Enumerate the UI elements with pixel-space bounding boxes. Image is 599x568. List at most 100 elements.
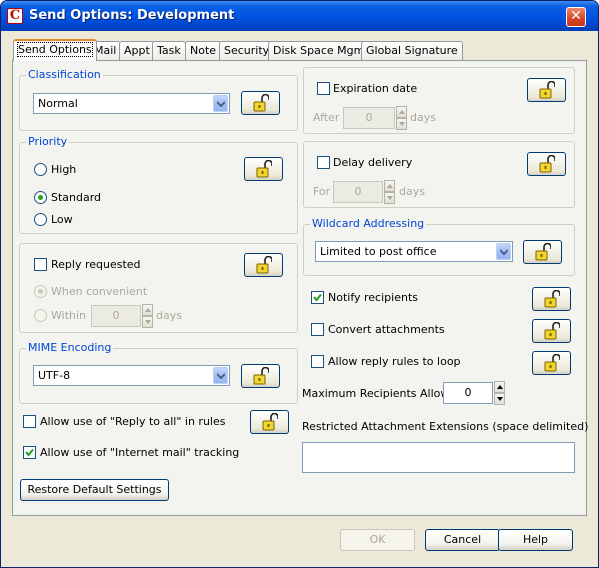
within-days-unit: days (156, 309, 182, 322)
ok-button[interactable]: OK (340, 529, 415, 551)
chevron-down-icon[interactable] (496, 243, 511, 260)
convert-lock-button[interactable] (532, 319, 571, 343)
reply-rules-loop-label: Allow reply rules to loop (328, 355, 461, 368)
allow-reply-to-all-checkbox[interactable] (23, 415, 36, 428)
spin-up-icon[interactable] (494, 381, 505, 393)
allow-internet-tracking-checkbox[interactable] (23, 446, 36, 459)
cancel-button[interactable]: Cancel (425, 529, 500, 551)
delay-days-stepper[interactable] (384, 180, 395, 204)
priority-standard-label: Standard (51, 191, 102, 204)
wildcard-legend: Wildcard Addressing (310, 217, 427, 231)
spin-down-icon[interactable] (142, 316, 153, 328)
within-days-stepper[interactable] (142, 304, 153, 328)
mime-lock-button[interactable] (241, 364, 280, 388)
within-days-input[interactable]: 0 (91, 305, 141, 327)
unlocked-padlock-icon (262, 413, 278, 431)
tab-task[interactable]: Task (152, 41, 186, 60)
mime-encoding-select[interactable]: UTF-8 (33, 365, 230, 386)
reply-to-all-lock-button[interactable] (250, 410, 289, 434)
priority-low-label: Low (51, 213, 73, 226)
spin-up-icon[interactable] (396, 106, 407, 118)
unlocked-padlock-icon (256, 256, 272, 274)
classification-select[interactable]: Normal (33, 93, 230, 114)
tab-send-options[interactable]: Send Options (13, 39, 97, 61)
notify-recipients-checkbox[interactable] (311, 291, 324, 304)
tab-disk-space-mgmt[interactable]: Disk Space Mgmt (268, 41, 374, 60)
priority-lock-button[interactable] (244, 157, 283, 181)
mime-encoding-value: UTF-8 (38, 369, 71, 382)
checkmark-icon (25, 448, 34, 457)
close-icon: ✕ (570, 8, 582, 24)
unlocked-padlock-icon (539, 81, 555, 99)
delay-lock-button[interactable] (527, 152, 566, 176)
wildcard-addressing-select[interactable]: Limited to post office (315, 241, 513, 262)
notify-lock-button[interactable] (532, 287, 571, 311)
unlocked-padlock-icon (544, 354, 560, 372)
priority-high-label: High (51, 163, 77, 176)
wildcard-addressing-value: Limited to post office (320, 245, 437, 258)
restricted-ext-label: Restricted Attachment Extensions (space … (302, 420, 589, 433)
dialog-window: C Send Options: Development ✕ Send Optio… (0, 0, 599, 568)
app-icon: C (7, 8, 23, 24)
wildcard-lock-button[interactable] (523, 240, 562, 264)
unlocked-padlock-icon (539, 155, 555, 173)
expiration-days-stepper[interactable] (396, 106, 407, 130)
restricted-ext-input[interactable] (302, 442, 575, 473)
reply-lock-button[interactable] (244, 253, 283, 277)
expiration-after-label: After (313, 111, 340, 124)
reply-requested-checkbox[interactable] (34, 258, 47, 271)
priority-legend: Priority (26, 135, 70, 149)
max-recipients-label: Maximum Recipients Allowed (302, 387, 464, 400)
help-button[interactable]: Help (498, 529, 573, 551)
close-button[interactable]: ✕ (566, 7, 586, 27)
expiration-date-checkbox[interactable] (317, 82, 330, 95)
tab-appt[interactable]: Appt (119, 41, 155, 60)
expiration-days-unit: days (410, 111, 436, 124)
spin-up-icon[interactable] (142, 304, 153, 316)
spin-down-icon[interactable] (494, 393, 505, 405)
within-radio[interactable] (34, 309, 47, 322)
restore-default-settings-button[interactable]: Restore Default Settings (20, 479, 169, 501)
tab-global-signature[interactable]: Global Signature (361, 41, 463, 60)
spin-up-icon[interactable] (384, 180, 395, 192)
delay-delivery-checkbox[interactable] (317, 156, 330, 169)
title-bar[interactable]: C Send Options: Development ✕ (1, 1, 598, 31)
reply-rules-lock-button[interactable] (532, 351, 571, 375)
unlocked-padlock-icon (544, 322, 560, 340)
window-title: Send Options: Development (29, 8, 235, 23)
spin-down-icon[interactable] (384, 192, 395, 204)
within-label: Within (51, 309, 87, 322)
spin-down-icon[interactable] (396, 118, 407, 130)
max-recipients-stepper[interactable] (494, 381, 505, 405)
tab-panel-send-options: Classification Normal Priority High Stan… (12, 60, 589, 516)
allow-reply-to-all-label: Allow use of "Reply to all" in rules (40, 415, 226, 428)
classification-lock-button[interactable] (241, 91, 280, 115)
tab-security[interactable]: Security (219, 41, 275, 60)
checkmark-icon (313, 293, 322, 302)
mime-legend: MIME Encoding (26, 341, 114, 355)
tab-note[interactable]: Note (185, 41, 222, 60)
reply-rules-loop-checkbox[interactable] (311, 355, 324, 368)
when-convenient-radio[interactable] (34, 285, 47, 298)
chevron-down-icon[interactable] (213, 95, 228, 112)
allow-internet-tracking-label: Allow use of "Internet mail" tracking (40, 446, 240, 459)
delay-days-input[interactable]: 0 (333, 181, 383, 203)
expiration-lock-button[interactable] (527, 78, 566, 102)
unlocked-padlock-icon (544, 290, 560, 308)
classification-legend: Classification (26, 68, 103, 82)
priority-standard-radio[interactable] (34, 191, 47, 204)
convert-attachments-label: Convert attachments (328, 323, 445, 336)
chevron-down-icon[interactable] (213, 367, 228, 384)
max-recipients-input[interactable]: 0 (443, 382, 493, 404)
classification-value: Normal (38, 97, 78, 110)
expiration-days-input[interactable]: 0 (343, 107, 395, 129)
delay-days-unit: days (399, 185, 425, 198)
unlocked-padlock-icon (535, 243, 551, 261)
delay-for-label: For (313, 185, 331, 198)
convert-attachments-checkbox[interactable] (311, 323, 324, 336)
delay-delivery-label: Delay delivery (333, 156, 413, 169)
priority-high-radio[interactable] (34, 163, 47, 176)
notify-recipients-label: Notify recipients (328, 291, 418, 304)
priority-low-radio[interactable] (34, 213, 47, 226)
unlocked-padlock-icon (256, 160, 272, 178)
